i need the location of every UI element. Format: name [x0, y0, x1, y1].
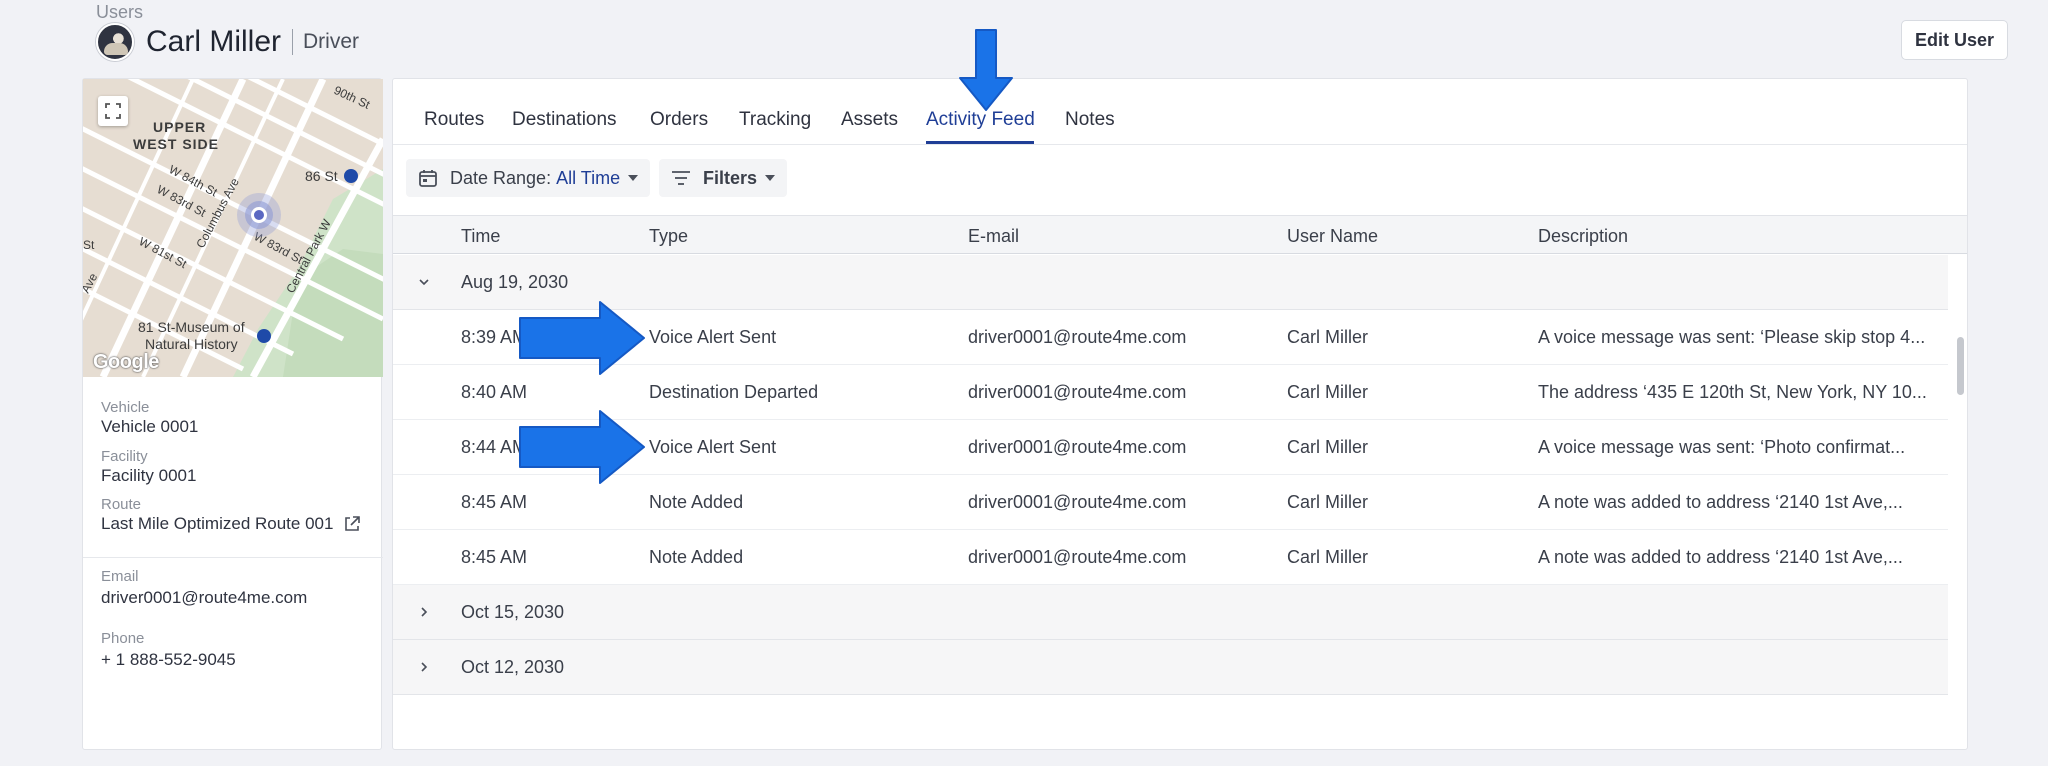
email-label: Email [101, 568, 139, 585]
filters-button[interactable]: Filters [659, 159, 788, 197]
tab-assets[interactable]: Assets [841, 109, 898, 131]
phone-value[interactable]: + 1 888-552-9045 [101, 649, 236, 670]
expand-icon [105, 103, 121, 119]
vehicle-value: Vehicle 0001 [101, 417, 199, 436]
tab-activity-feed[interactable]: Activity Feed [926, 109, 1035, 131]
cell-type: Note Added [649, 547, 744, 567]
cell-time: 8:45 AM [461, 547, 528, 567]
column-header-time[interactable]: Time [461, 226, 500, 247]
table-header: Time Type E-mail User Name Description [393, 215, 1967, 254]
map-label-neighborhood-1: UPPER [153, 119, 206, 135]
tab-bar: Routes Destinations Orders Tracking Asse… [393, 79, 1967, 145]
cell-email: driver0001@route4me.com [968, 492, 1187, 512]
cell-email: driver0001@route4me.com [968, 382, 1187, 402]
tab-notes[interactable]: Notes [1065, 109, 1115, 131]
chevron-right-icon[interactable] [417, 660, 431, 674]
toolbar: Date Range: All Time Filters [393, 145, 1967, 215]
cell-type: Destination Departed [649, 382, 819, 402]
breadcrumb[interactable]: Users [96, 2, 143, 23]
map[interactable]: UPPER WEST SIDE 90th St W 84th St W 83rd… [83, 79, 383, 377]
email-value[interactable]: driver0001@route4me.com [101, 587, 307, 608]
cell-description: A note was added to address ‘2140 1st Av… [1538, 547, 1903, 567]
facility-label: Facility [101, 448, 148, 465]
map-canvas: UPPER WEST SIDE 90th St W 84th St W 83rd… [83, 79, 383, 377]
column-header-user-name[interactable]: User Name [1287, 226, 1378, 247]
tab-destinations[interactable]: Destinations [512, 109, 617, 131]
cell-user: Carl Miller [1287, 327, 1368, 347]
cell-type: Voice Alert Sent [649, 437, 777, 457]
map-label-museum-1: 81 St-Museum of [138, 319, 245, 335]
user-header: Carl Miller Driver [96, 22, 359, 62]
group-date: Oct 15, 2030 [461, 602, 565, 622]
group-row[interactable]: Oct 15, 2030 [393, 585, 1948, 640]
chevron-right-icon[interactable] [417, 605, 431, 619]
cell-description: The address ‘435 E 120th St, New York, N… [1538, 382, 1927, 402]
cell-email: driver0001@route4me.com [968, 437, 1187, 457]
date-range-label: Date Range: [450, 167, 552, 188]
date-range-value: All Time [556, 167, 621, 188]
chevron-down-icon[interactable] [417, 275, 431, 289]
map-expand-button[interactable] [98, 96, 128, 126]
column-header-type[interactable]: Type [649, 226, 688, 247]
tab-routes[interactable]: Routes [424, 109, 484, 131]
annotation-arrow-right [519, 410, 645, 484]
cell-description: A voice message was sent: ‘Photo confirm… [1538, 437, 1906, 457]
route-info: Route Last Mile Optimized Route 001 [101, 496, 376, 534]
external-link-icon[interactable] [343, 515, 361, 533]
scrollbar[interactable] [1953, 255, 1967, 745]
table-row[interactable]: 8:45 AM Note Added driver0001@route4me.c… [393, 530, 1948, 585]
column-header-description[interactable]: Description [1538, 226, 1628, 247]
cell-description: A note was added to address ‘2140 1st Av… [1538, 492, 1903, 512]
chevron-down-icon [628, 175, 639, 181]
cell-user: Carl Miller [1287, 382, 1368, 402]
cell-user: Carl Miller [1287, 492, 1368, 512]
map-label-neighborhood-2: WEST SIDE [133, 136, 219, 152]
edit-user-button[interactable]: Edit User [1900, 20, 2008, 60]
tab-orders[interactable]: Orders [650, 109, 708, 131]
cell-user: Carl Miller [1287, 437, 1368, 457]
cell-type: Voice Alert Sent [649, 327, 777, 347]
chevron-down-icon [765, 175, 776, 181]
route-label: Route [101, 496, 142, 513]
role-divider [292, 29, 293, 55]
user-role: Driver [303, 30, 359, 53]
facility-value: Facility 0001 [101, 466, 197, 485]
annotation-arrow-down [959, 29, 1013, 111]
cell-email: driver0001@route4me.com [968, 547, 1187, 567]
vehicle-label: Vehicle [101, 399, 150, 416]
cell-description: A voice message was sent: ‘Please skip s… [1538, 327, 1926, 347]
email-info: Email driver0001@route4me.com [101, 568, 307, 608]
group-date: Aug 19, 2030 [461, 272, 569, 292]
scrollbar-thumb[interactable] [1957, 337, 1964, 395]
cell-type: Note Added [649, 492, 744, 512]
cell-time: 8:40 AM [461, 382, 528, 402]
page-title: Carl Miller [146, 25, 281, 58]
map-label-museum-2: Natural History [145, 336, 238, 352]
vehicle-info: Vehicle Vehicle 0001 [101, 399, 198, 437]
cell-time: 8:45 AM [461, 492, 528, 512]
group-date: Oct 12, 2030 [461, 657, 565, 677]
date-range-button[interactable]: Date Range: All Time [406, 159, 651, 197]
route-value[interactable]: Last Mile Optimized Route 001 [101, 513, 333, 534]
map-label-station: 86 St [305, 168, 338, 184]
active-tab-indicator [926, 141, 1034, 144]
annotation-arrow-right [519, 301, 645, 375]
phone-info: Phone + 1 888-552-9045 [101, 630, 236, 670]
filter-icon [672, 171, 690, 185]
map-logo: Google [93, 351, 159, 373]
calendar-icon [419, 170, 437, 187]
facility-info: Facility Facility 0001 [101, 448, 196, 486]
user-details-card: UPPER WEST SIDE 90th St W 84th St W 83rd… [82, 78, 383, 750]
column-header-email[interactable]: E-mail [968, 226, 1019, 247]
cell-email: driver0001@route4me.com [968, 327, 1187, 347]
cell-user: Carl Miller [1287, 547, 1368, 567]
avatar [96, 23, 134, 61]
filters-label: Filters [703, 167, 758, 188]
details-divider [83, 557, 383, 558]
tab-tracking[interactable]: Tracking [739, 109, 811, 131]
phone-label: Phone [101, 630, 145, 647]
map-label-street: St [83, 238, 95, 252]
group-row[interactable]: Oct 12, 2030 [393, 640, 1948, 695]
